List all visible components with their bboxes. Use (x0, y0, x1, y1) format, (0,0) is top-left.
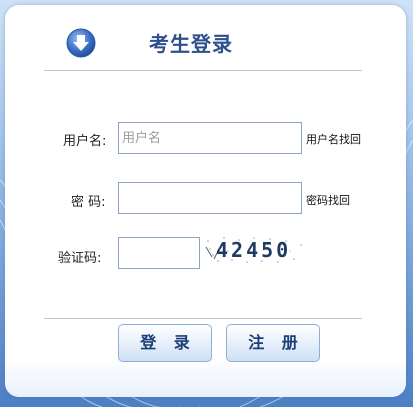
password-input[interactable] (118, 182, 302, 214)
captcha-image[interactable]: 42450 (204, 235, 306, 265)
bottom-divider (44, 318, 362, 319)
login-header: 考生登录 (0, 22, 413, 62)
page-title: 考生登录 (149, 32, 233, 56)
captcha-input[interactable] (118, 237, 200, 269)
captcha-code: 42450 (216, 238, 291, 262)
username-label: 用户名: (63, 134, 107, 149)
top-divider (44, 70, 362, 71)
username-recover-link[interactable]: 用户名找回 (306, 131, 361, 147)
username-input[interactable] (118, 122, 302, 154)
register-button[interactable]: 注 册 (226, 324, 320, 362)
login-button[interactable]: 登 录 (118, 324, 212, 362)
download-arrow-icon (66, 28, 96, 58)
password-label: 密 码: (71, 195, 106, 210)
panel-footer-gradient (5, 357, 406, 397)
captcha-label: 验证码: (58, 251, 102, 266)
password-recover-link[interactable]: 密码找回 (306, 192, 350, 208)
